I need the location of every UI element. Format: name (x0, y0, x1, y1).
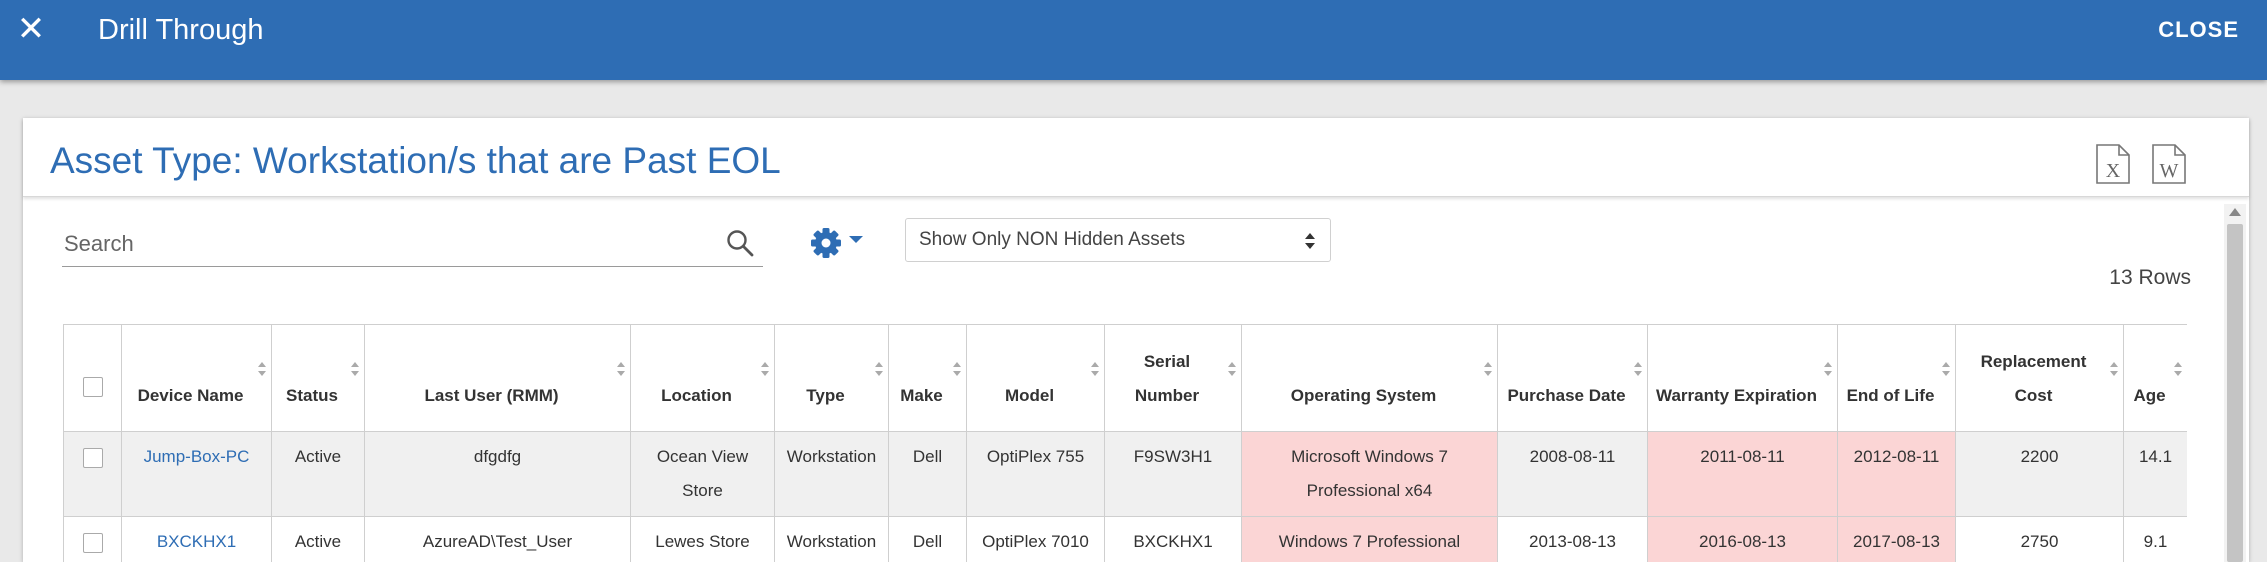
column-header[interactable]: Age (2123, 324, 2187, 432)
visibility-filter-value: Show Only NON Hidden Assets (919, 229, 1186, 250)
column-header[interactable]: Model (966, 324, 1105, 432)
device-name-cell: Jump-Box-PC (121, 431, 272, 517)
search-input[interactable] (62, 226, 706, 262)
location-cell: Ocean View Store (630, 431, 775, 517)
column-header[interactable]: Replacement Cost (1955, 324, 2124, 432)
column-header[interactable]: Type (774, 324, 889, 432)
sort-icon (953, 362, 961, 376)
search-icon[interactable] (725, 228, 755, 258)
select-all-checkbox[interactable] (82, 377, 103, 397)
sort-icon (1942, 362, 1950, 376)
row-select-cell (63, 431, 122, 517)
table-row: Jump-Box-PC Active dfgdfg Ocean View Sto… (63, 431, 2187, 517)
select-all-header (63, 324, 122, 432)
device-name-cell: BXCKHX1 (121, 516, 272, 562)
select-arrows-icon (1305, 233, 1315, 249)
settings-gear-icon[interactable] (809, 224, 869, 260)
svg-text:W: W (2160, 160, 2179, 182)
column-header[interactable]: Serial Number (1104, 324, 1242, 432)
column-header[interactable]: Status (271, 324, 365, 432)
serial-cell: F9SW3H1 (1104, 431, 1242, 517)
sort-icon (258, 362, 266, 376)
make-cell: Dell (888, 431, 967, 517)
sort-icon (617, 362, 625, 376)
table-header-row: Device Name Status Last User (RMM) Locat… (63, 324, 2187, 432)
column-header[interactable]: Purchase Date (1497, 324, 1648, 432)
column-header[interactable]: Device Name (121, 324, 272, 432)
last-user-cell: dfgdfg (364, 431, 631, 517)
table-row: BXCKHX1 Active AzureAD\Test_User Lewes S… (63, 516, 2187, 562)
vertical-scrollbar[interactable] (2224, 204, 2246, 562)
warranty-cell: 2011-08-11 (1647, 431, 1838, 517)
search-field (62, 222, 763, 267)
row-select-cell (63, 516, 122, 562)
column-header[interactable]: Warranty Expiration (1647, 324, 1838, 432)
sort-icon (2174, 362, 2182, 376)
export-word-icon[interactable]: W (2151, 144, 2187, 184)
close-x-icon[interactable]: ✕ (14, 12, 48, 46)
sort-icon (1824, 362, 1832, 376)
top-bar: ✕ Drill Through CLOSE (0, 0, 2267, 80)
purchase-date-cell: 2008-08-11 (1497, 431, 1648, 517)
make-cell: Dell (888, 516, 967, 562)
sort-icon (351, 362, 359, 376)
export-excel-icon[interactable]: X (2095, 144, 2131, 184)
column-header[interactable]: Make (888, 324, 967, 432)
column-header[interactable]: End of Life (1837, 324, 1956, 432)
svg-text:X: X (2106, 160, 2121, 182)
card-header: Asset Type: Workstation/s that are Past … (23, 118, 2249, 197)
sort-icon (761, 362, 769, 376)
page-title: Asset Type: Workstation/s that are Past … (50, 140, 781, 181)
end-of-life-cell: 2012-08-11 (1837, 431, 1956, 517)
scroll-up-arrow-icon[interactable] (2229, 208, 2241, 216)
sort-icon (1091, 362, 1099, 376)
os-cell: Microsoft Windows 7 Professional x64 (1241, 431, 1498, 517)
sort-icon (1634, 362, 1642, 376)
device-link[interactable]: Jump-Box-PC (144, 447, 250, 466)
sort-icon (1228, 362, 1236, 376)
replacement-cost-cell: 2750 (1955, 516, 2124, 562)
status-cell: Active (271, 431, 365, 517)
sort-icon (1484, 362, 1492, 376)
row-checkbox[interactable] (82, 448, 103, 468)
close-button[interactable]: CLOSE (2158, 17, 2239, 43)
sort-icon (875, 362, 883, 376)
device-link[interactable]: BXCKHX1 (157, 532, 236, 551)
age-cell: 14.1 (2123, 431, 2187, 517)
asset-table: Device Name Status Last User (RMM) Locat… (63, 324, 2187, 562)
warranty-cell: 2016-08-13 (1647, 516, 1838, 562)
last-user-cell: AzureAD\Test_User (364, 516, 631, 562)
age-cell: 9.1 (2123, 516, 2187, 562)
status-cell: Active (271, 516, 365, 562)
location-cell: Lewes Store (630, 516, 775, 562)
report-card: Asset Type: Workstation/s that are Past … (23, 118, 2249, 562)
column-header[interactable]: Last User (RMM) (364, 324, 631, 432)
serial-cell: BXCKHX1 (1104, 516, 1242, 562)
type-cell: Workstation (774, 516, 889, 562)
column-header[interactable]: Operating System (1241, 324, 1498, 432)
model-cell: OptiPlex 7010 (966, 516, 1105, 562)
purchase-date-cell: 2013-08-13 (1497, 516, 1648, 562)
end-of-life-cell: 2017-08-13 (1837, 516, 1956, 562)
model-cell: OptiPlex 755 (966, 431, 1105, 517)
scrollbar-thumb[interactable] (2227, 224, 2243, 562)
replacement-cost-cell: 2200 (1955, 431, 2124, 517)
sort-icon (2110, 362, 2118, 376)
row-count: 13 Rows (2109, 266, 2191, 289)
os-cell: Windows 7 Professional (1241, 516, 1498, 562)
visibility-filter-select[interactable]: Show Only NON Hidden Assets (905, 218, 1331, 262)
type-cell: Workstation (774, 431, 889, 517)
column-header[interactable]: Location (630, 324, 775, 432)
row-checkbox[interactable] (82, 533, 103, 553)
dialog-title: Drill Through (98, 14, 264, 46)
